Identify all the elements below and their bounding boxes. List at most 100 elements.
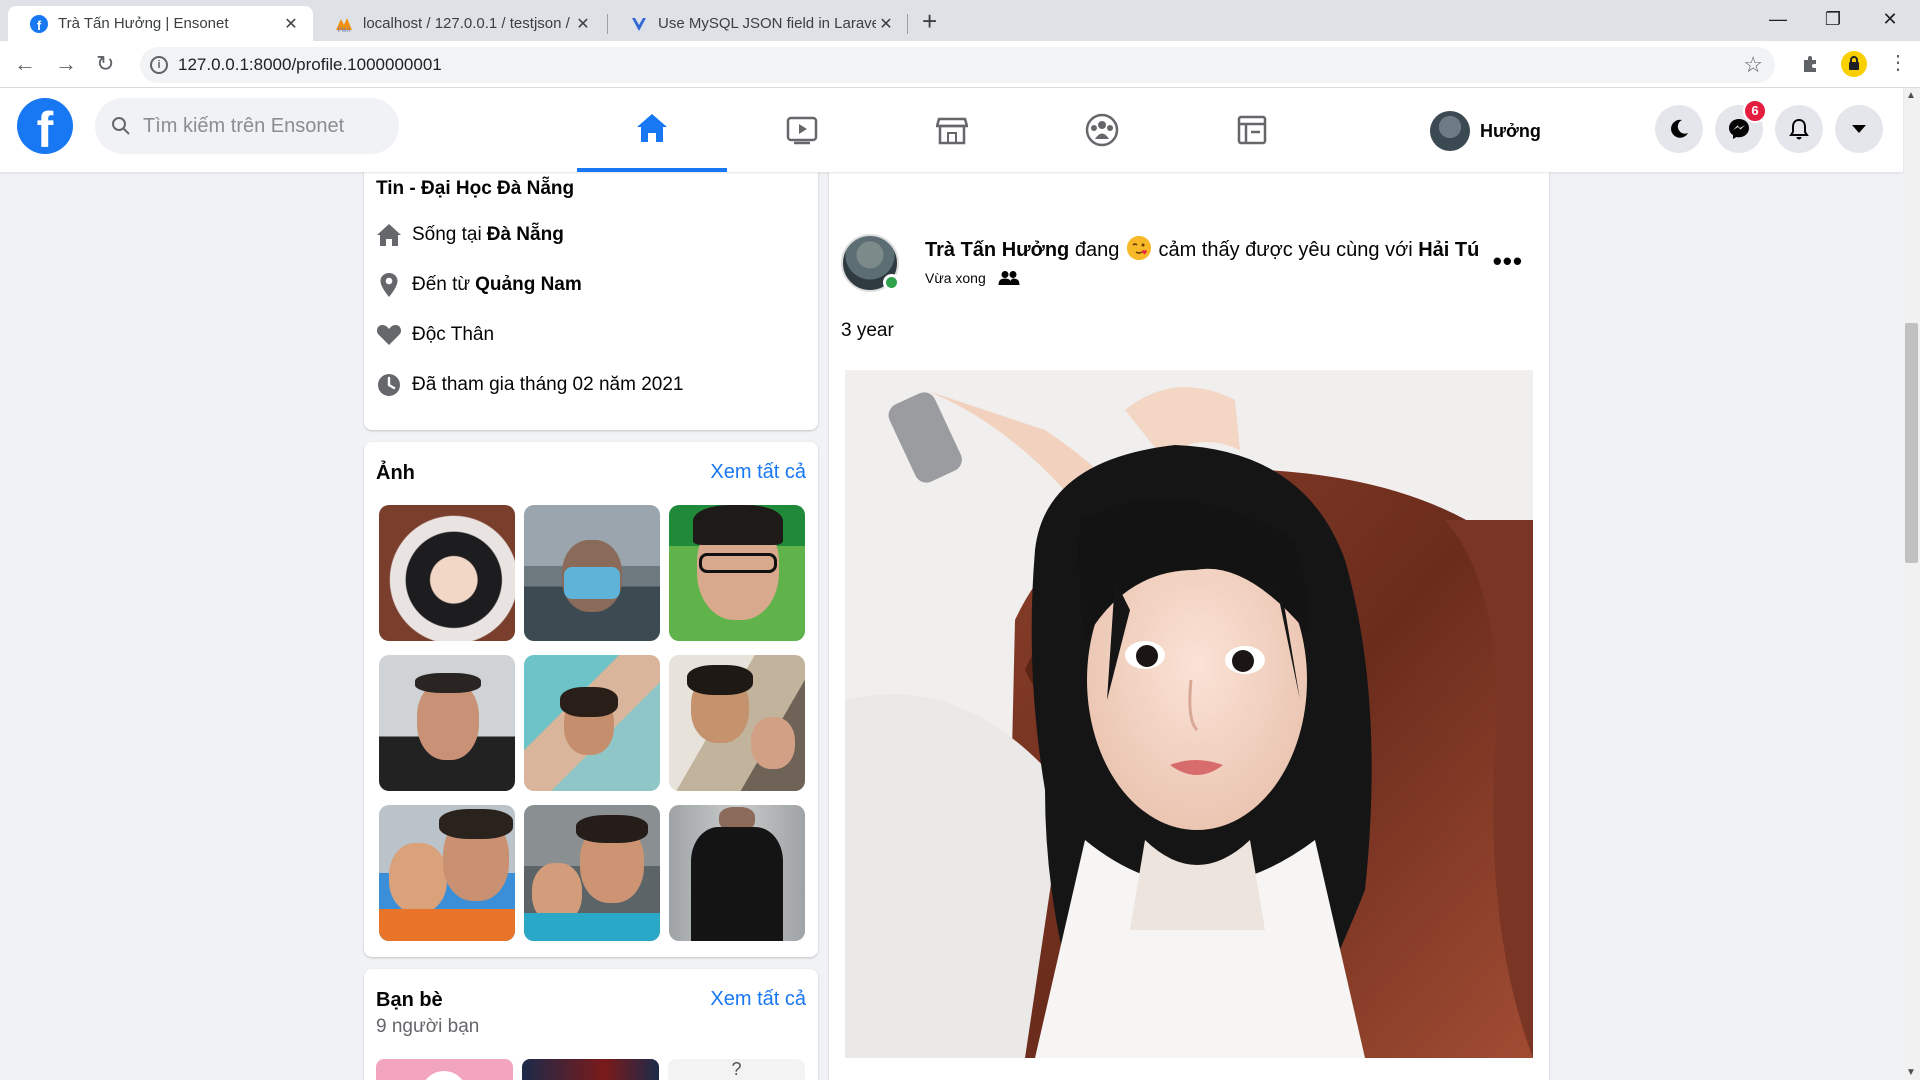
facebook-favicon-icon: f <box>30 14 48 33</box>
tab-phpmyadmin[interactable]: PMA localhost / 127.0.0.1 / testjson / s… <box>313 6 605 41</box>
bookmark-star-icon[interactable]: ☆ <box>1743 52 1763 78</box>
intro-joined: Đã tham gia tháng 02 năm 2021 <box>376 372 683 398</box>
photos-see-all-link[interactable]: Xem tất cả <box>710 461 806 484</box>
from-city: Quảng Nam <box>475 274 582 295</box>
lives-city: Đà Nẵng <box>486 224 564 245</box>
intro-relationship: Độc Thân <box>376 322 494 348</box>
profile-extension-icon[interactable] <box>1840 50 1868 78</box>
joined-text: Đã tham gia tháng 02 năm 2021 <box>412 374 684 395</box>
bell-icon <box>1789 118 1809 140</box>
friend-tile[interactable]: ? <box>668 1059 805 1080</box>
close-tab-icon[interactable]: ✕ <box>573 14 593 34</box>
back-icon[interactable]: ← <box>14 51 36 77</box>
notifications-button[interactable] <box>1775 105 1823 153</box>
friends-title: Bạn bè <box>376 989 443 1011</box>
tab-title: Trà Tấn Hưởng | Ensonet <box>58 15 229 32</box>
tab-title: Use MySQL JSON field in Laravel <box>658 15 876 32</box>
post-options-button[interactable]: ••• <box>1493 246 1523 277</box>
tagged-friend[interactable]: Hải Tú <box>1418 239 1479 261</box>
site-logo[interactable]: f <box>17 98 73 154</box>
nav-watch[interactable] <box>727 88 877 172</box>
tab-ensonet-profile[interactable]: f Trà Tấn Hưởng | Ensonet ✕ <box>8 6 313 41</box>
reload-icon[interactable]: ↻ <box>96 51 114 77</box>
relationship-text: Độc Thân <box>412 324 495 345</box>
site-info-icon[interactable]: i <box>150 56 168 74</box>
search-input[interactable] <box>143 114 373 138</box>
friends-see-all-link[interactable]: Xem tất cả <box>710 988 806 1011</box>
friends-icon[interactable] <box>998 270 1020 286</box>
photo-7[interactable] <box>379 805 515 941</box>
post-time[interactable]: Vừa xong <box>925 270 986 286</box>
post-header: Trà Tấn Hưởng đang cảm thấy được yêu cùn… <box>925 236 1479 262</box>
tab-title: localhost / 127.0.0.1 / testjson / s <box>363 15 573 32</box>
nav-groups[interactable] <box>1027 88 1177 172</box>
photo-9[interactable] <box>669 805 805 941</box>
messenger-button[interactable]: 6 <box>1715 99 1767 153</box>
extensions-puzzle-icon[interactable] <box>1800 53 1822 75</box>
online-status-dot <box>883 274 900 291</box>
nav-marketplace[interactable] <box>877 88 1027 172</box>
post-author-name[interactable]: Trà Tấn Hưởng <box>925 239 1069 261</box>
friend-tile[interactable] <box>376 1059 513 1080</box>
friend-tile[interactable] <box>522 1059 659 1080</box>
video-icon <box>786 116 818 145</box>
heart-icon <box>376 325 402 345</box>
photo-4[interactable] <box>379 655 515 791</box>
forward-icon[interactable]: → <box>55 51 77 77</box>
from-prefix: Đến từ <box>412 274 471 295</box>
dark-mode-button[interactable] <box>1655 105 1703 153</box>
photos-title: Ảnh <box>376 462 415 484</box>
photo-1[interactable] <box>379 505 515 641</box>
intro-lives: Sống tại Đà Nẵng <box>376 222 564 248</box>
marketplace-icon <box>936 117 968 145</box>
photo-5[interactable] <box>524 655 660 791</box>
friends-card: Bạn bè 9 người bạn Xem tất cả ? <box>364 969 818 1080</box>
new-tab-icon[interactable]: + <box>922 6 937 36</box>
post-photo <box>845 370 1533 1058</box>
scroll-up-icon[interactable]: ▲ <box>1906 90 1916 101</box>
photo-2[interactable] <box>524 505 660 641</box>
close-window-icon[interactable]: ✕ <box>1860 4 1920 34</box>
scroll-down-icon[interactable]: ▼ <box>1906 1067 1916 1078</box>
nav-home[interactable] <box>577 88 727 172</box>
site-header: f Hưởng 6 <box>0 88 1903 172</box>
photo-6[interactable] <box>669 655 805 791</box>
with-text: cùng với <box>1336 239 1413 261</box>
close-tab-icon[interactable]: ✕ <box>876 14 896 34</box>
tab-mysql-json[interactable]: Use MySQL JSON field in Laravel ✕ <box>608 6 908 41</box>
account-menu-button[interactable] <box>1835 105 1883 153</box>
feeling-emoji-icon <box>1126 236 1151 260</box>
minimize-icon[interactable]: — <box>1748 4 1808 34</box>
phpmyadmin-favicon-icon: PMA <box>336 17 352 33</box>
close-tab-icon[interactable]: ✕ <box>281 14 301 34</box>
restore-icon[interactable]: ❐ <box>1803 4 1863 34</box>
post-image[interactable] <box>845 370 1533 1058</box>
post-card: Trà Tấn Hưởng đang cảm thấy được yêu cùn… <box>829 150 1549 1080</box>
friends-count: 9 người bạn <box>376 1016 480 1037</box>
feeling-prefix: đang <box>1074 239 1120 261</box>
vuejs-favicon-icon <box>632 17 646 31</box>
photo-8[interactable] <box>524 805 660 941</box>
pages-icon <box>1237 115 1267 145</box>
page-scrollbar[interactable]: ▲ ▼ <box>1903 88 1920 1080</box>
photos-card: Ảnh Xem tất cả <box>364 442 818 957</box>
intro-card: Tin - Đại Học Đà Nẵng Sống tại Đà Nẵng Đ… <box>364 150 818 430</box>
home-icon <box>637 114 667 142</box>
messenger-icon <box>1729 119 1749 139</box>
location-pin-icon <box>380 273 398 297</box>
lives-prefix: Sống tại <box>412 224 482 245</box>
svg-text:f: f <box>37 18 42 33</box>
avatar <box>1430 111 1470 151</box>
post-author-avatar[interactable] <box>841 234 900 292</box>
browser-menu-icon[interactable]: ⋮ <box>1888 50 1908 75</box>
photo-3[interactable] <box>669 505 805 641</box>
work-text: Tin - Đại Học Đà Nẵng <box>376 178 575 199</box>
profile-chip[interactable]: Hưởng <box>1430 110 1541 152</box>
nav-pages[interactable] <box>1177 88 1327 172</box>
feeling-text: cảm thấy được yêu <box>1158 239 1331 261</box>
scrollbar-thumb[interactable] <box>1905 323 1918 563</box>
url-bar[interactable]: i 127.0.0.1:8000/profile.1000000001 ☆ <box>140 47 1775 83</box>
search-box[interactable] <box>95 98 399 154</box>
home-icon <box>377 224 401 246</box>
browser-tab-bar: f Trà Tấn Hưởng | Ensonet ✕ PMA localhos… <box>0 0 1920 41</box>
